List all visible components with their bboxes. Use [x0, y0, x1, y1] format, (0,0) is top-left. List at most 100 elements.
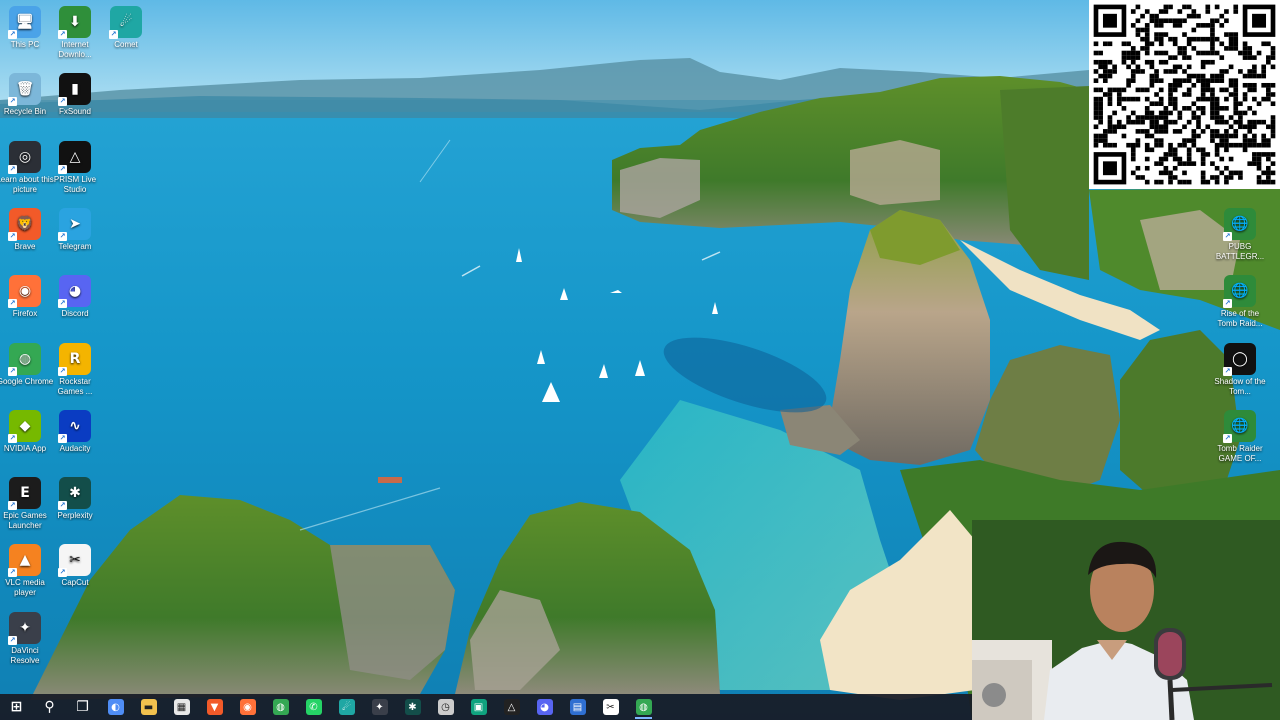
- shortcut-arrow-icon: ↗: [58, 433, 67, 443]
- nvidia-icon: ◆ ↗: [8, 409, 41, 443]
- shortcut-arrow-icon: ↗: [58, 97, 67, 107]
- desktop-shortcut-label: Perplexity: [57, 511, 93, 521]
- shortcut-arrow-icon: ↗: [58, 164, 67, 174]
- shortcut-arrow-icon: ↗: [1223, 299, 1232, 309]
- desktop-shortcut-perplexity[interactable]: ✱ ↗ Perplexity: [46, 477, 104, 521]
- desktop-shortcut-discord[interactable]: ◕ ↗ Discord: [46, 275, 104, 319]
- shortcut-arrow-icon: ↗: [58, 366, 67, 376]
- whatsapp-icon: ✆: [305, 699, 322, 715]
- desktop-shortcut-pubg[interactable]: 🌐 ↗ PUBG BATTLEGR...: [1211, 208, 1269, 262]
- taskbar: ⊞ ⚲ ❐ ◐ ▬ ▦ ▼ ◉ ◍ ✆ ☄ ✦ ✱ ◷ ▣ △ ◕ ▤ ✂ ◍: [0, 694, 972, 720]
- folder-icon: ▬: [140, 699, 157, 715]
- desktop-shortcut-label: Telegram: [58, 241, 92, 251]
- taskbar-copilot[interactable]: ◐: [99, 694, 132, 720]
- desktop-shortcut-label: Shadow of the Tom...: [1214, 376, 1266, 396]
- desktop-shortcut-label: Discord: [61, 309, 89, 319]
- desktop-shortcut-comet[interactable]: ☄ ↗ Comet: [97, 6, 155, 50]
- desktop-shortcut-shadow-of-tomb-raider[interactable]: ◯ ↗ Shadow of the Tom...: [1211, 342, 1269, 397]
- shortcut-arrow-icon: ↗: [1223, 433, 1232, 443]
- prism-live-studio-icon: △ ↗: [58, 140, 91, 174]
- rockstar-games-icon: R ↗: [58, 342, 91, 376]
- chrome-icon: ◍: [272, 699, 289, 715]
- desktop-shortcut-tomb-raider[interactable]: 🌐 ↗ Tomb Raider GAME OF...: [1211, 409, 1269, 464]
- desktop-shortcut-label: CapCut: [61, 578, 89, 588]
- vlc-icon: ▲ ↗: [8, 544, 41, 578]
- telegram-icon: ➤ ↗: [58, 207, 91, 241]
- capcut-icon: ✂: [602, 699, 619, 715]
- desktop-shortcut-label: PRISM Live Studio: [53, 174, 97, 194]
- taskbar-app-blue[interactable]: ▤: [561, 694, 594, 720]
- taskbar-capcut[interactable]: ✂: [594, 694, 627, 720]
- perplexity-icon: ✱: [404, 699, 421, 715]
- shortcut-arrow-icon: ↗: [8, 30, 17, 39]
- taskbar-discord[interactable]: ◕: [528, 694, 561, 720]
- taskbar-chrome[interactable]: ◍: [264, 694, 297, 720]
- shortcut-arrow-icon: ↗: [58, 501, 67, 511]
- brave-icon: ▼: [206, 699, 223, 715]
- chrome-icon: ◍ ↗: [8, 342, 41, 376]
- brave-icon: 🦁 ↗: [8, 207, 41, 241]
- rise-of-tomb-raider-icon: 🌐 ↗: [1223, 275, 1256, 309]
- qr-code-overlay: [1089, 0, 1280, 189]
- taskbar-store[interactable]: ▦: [165, 694, 198, 720]
- comet-icon: ☄ ↗: [109, 6, 142, 39]
- shortcut-arrow-icon: ↗: [8, 501, 17, 511]
- desktop-shortcut-label: Internet Downlo...: [58, 40, 92, 59]
- taskbar-firefox[interactable]: ◉: [231, 694, 264, 720]
- taskbar-file-explorer[interactable]: ▬: [132, 694, 165, 720]
- firefox-icon: ◉: [239, 699, 256, 715]
- shortcut-arrow-icon: ↗: [109, 30, 118, 39]
- desktop-shortcut-label: PUBG BATTLEGR...: [1215, 242, 1265, 261]
- windows-icon: ⊞: [10, 699, 23, 715]
- recycle-bin-icon: 🗑 ↗: [8, 73, 41, 107]
- taskbar-comet[interactable]: ☄: [330, 694, 363, 720]
- taskbar-app-green[interactable]: ▣: [462, 694, 495, 720]
- desktop-shortcut-rise-of-tomb-raider[interactable]: 🌐 ↗ Rise of the Tomb Raid...: [1211, 275, 1269, 329]
- start-button[interactable]: ⊞: [0, 694, 33, 720]
- shortcut-arrow-icon: ↗: [8, 568, 17, 578]
- shortcut-arrow-icon: ↗: [8, 231, 17, 241]
- search-button[interactable]: ⚲: [33, 694, 66, 720]
- shortcut-arrow-icon: ↗: [1223, 366, 1232, 376]
- desktop-shortcut-prism-live-studio[interactable]: △ ↗ PRISM Live Studio: [46, 140, 104, 195]
- taskbar-perplexity[interactable]: ✱: [396, 694, 429, 720]
- desktop-shortcut-internet-download-manager[interactable]: ⬇ ↗ Internet Downlo...: [46, 6, 104, 60]
- desktop-shortcut-rockstar-games[interactable]: R ↗ Rockstar Games ...: [46, 342, 104, 397]
- chrome-icon: ◍: [635, 699, 652, 715]
- task-view-button[interactable]: ❐: [66, 694, 99, 720]
- taskbar-chrome-active[interactable]: ◍: [627, 694, 660, 720]
- taskbar-clock-app[interactable]: ◷: [429, 694, 462, 720]
- pubg-icon: 🌐 ↗: [1223, 208, 1256, 241]
- capcut-icon: ✂ ↗: [58, 544, 91, 578]
- taskbar-prism[interactable]: △: [495, 694, 528, 720]
- shortcut-arrow-icon: ↗: [8, 635, 17, 645]
- desktop-shortcut-label: DaVinci Resolve: [10, 645, 40, 665]
- desktop-shortcut-davinci-resolve[interactable]: ✦ ↗ DaVinci Resolve: [0, 611, 54, 666]
- desktop-shortcut-label: Audacity: [59, 443, 91, 453]
- app-icon: ▤: [569, 699, 586, 715]
- desktop-shortcut-telegram[interactable]: ➤ ↗ Telegram: [46, 207, 104, 252]
- this-pc-icon: 🖥 ↗: [8, 6, 41, 39]
- internet-download-manager-icon: ⬇ ↗: [58, 6, 91, 39]
- shortcut-arrow-icon: ↗: [58, 299, 67, 309]
- store-icon: ▦: [173, 699, 190, 715]
- desktop-shortcut-fxsound[interactable]: ▮ ↗ FxSound: [46, 73, 104, 117]
- comet-icon: ☄: [338, 699, 355, 715]
- shortcut-arrow-icon: ↗: [8, 366, 17, 376]
- shortcut-arrow-icon: ↗: [58, 231, 67, 241]
- search-icon: ⚲: [44, 699, 55, 715]
- desktop-shortcut-capcut[interactable]: ✂ ↗ CapCut: [46, 544, 104, 588]
- tomb-raider-icon: 🌐 ↗: [1223, 409, 1256, 443]
- taskbar-whatsapp[interactable]: ✆: [297, 694, 330, 720]
- desktop-shortcut-audacity[interactable]: ∿ ↗ Audacity: [46, 409, 104, 454]
- shortcut-arrow-icon: ↗: [58, 30, 67, 39]
- copilot-icon: ◐: [107, 699, 124, 715]
- shadow-of-tomb-raider-icon: ◯ ↗: [1223, 342, 1256, 376]
- audacity-icon: ∿ ↗: [58, 409, 91, 443]
- desktop-shortcut-label: FxSound: [58, 107, 92, 117]
- shortcut-arrow-icon: ↗: [1223, 232, 1232, 241]
- taskbar-davinci[interactable]: ✦: [363, 694, 396, 720]
- taskbar-brave[interactable]: ▼: [198, 694, 231, 720]
- firefox-icon: ◉ ↗: [8, 275, 41, 309]
- desktop-shortcut-label: Rise of the Tomb Raid...: [1217, 309, 1263, 329]
